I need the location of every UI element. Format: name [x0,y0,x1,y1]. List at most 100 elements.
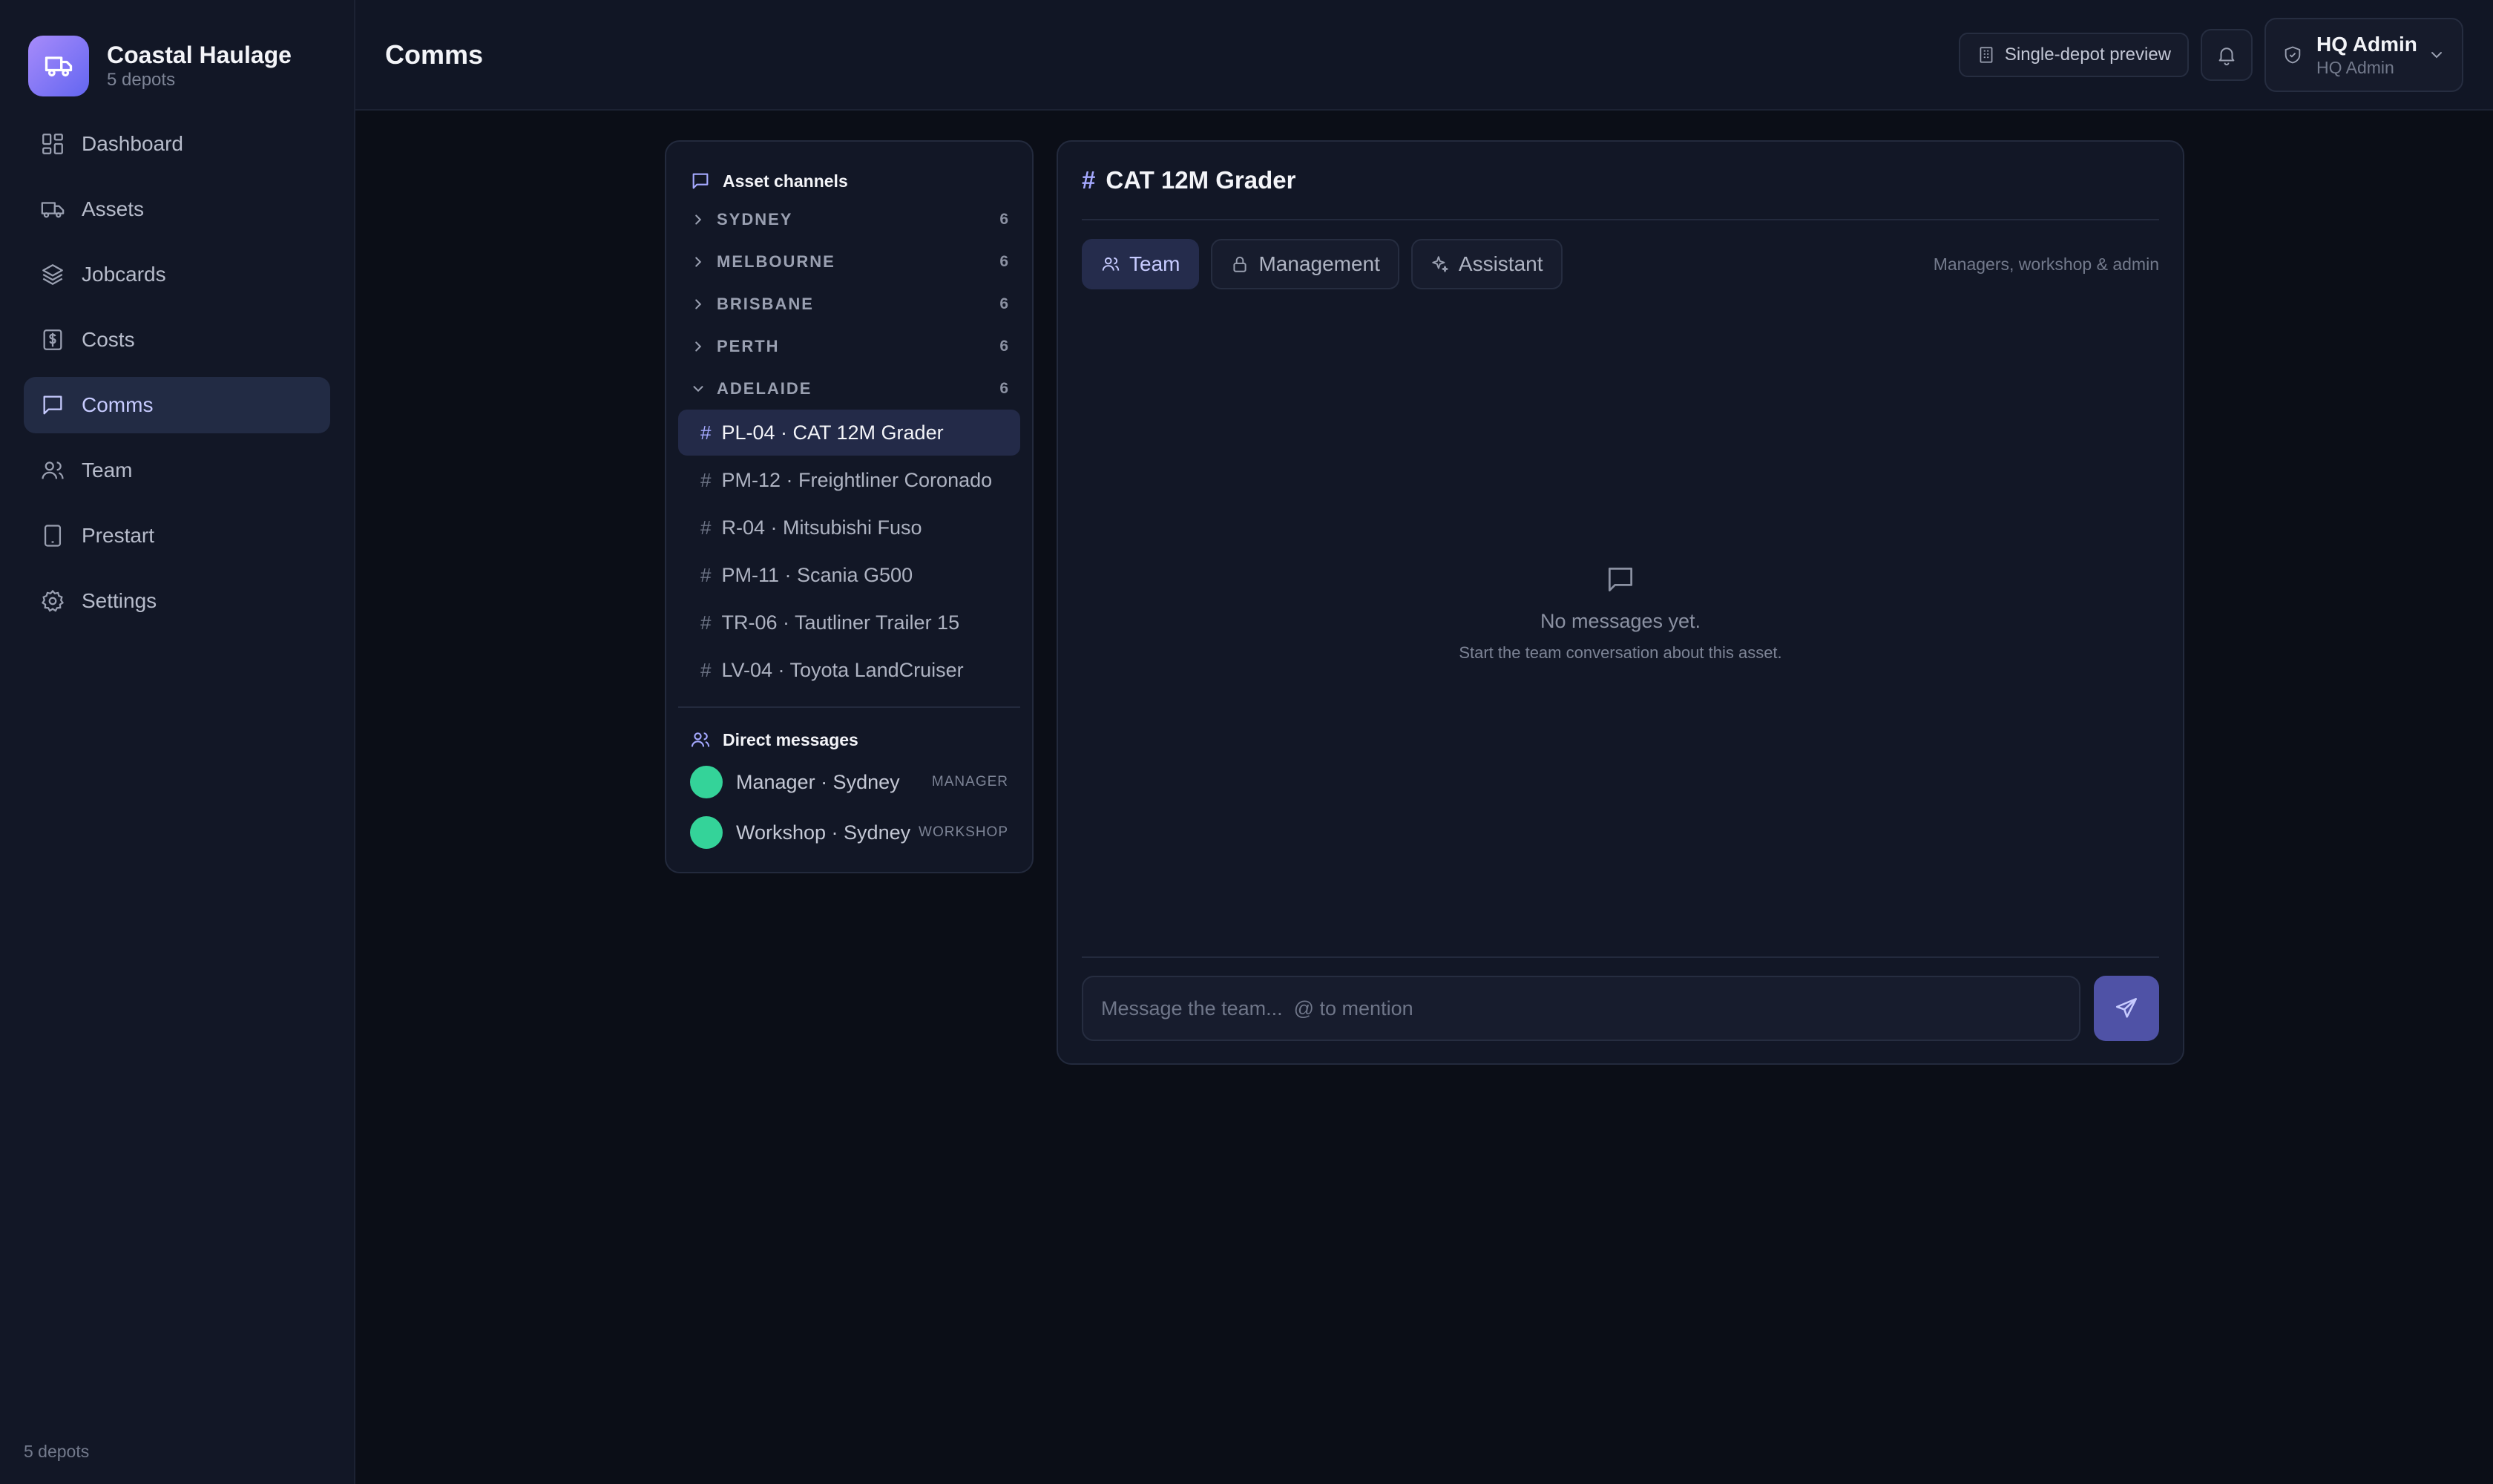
users-icon [691,732,710,747]
dm-role-badge: MANAGER [931,774,1008,789]
send-icon [2115,997,2138,1018]
group-name: MELBOURNE [717,252,835,271]
channel-label: LV-04 · Toyota LandCruiser [721,658,964,681]
hash-icon: # [700,421,712,444]
group-count: 6 [999,210,1008,228]
users-icon [42,462,64,479]
group-name: ADELAIDE [717,378,812,398]
hash-icon: # [700,658,712,681]
user-role: HQ Admin [2316,58,2394,77]
brand: Coastal Haulage 5 depots [0,0,354,110]
send-button[interactable] [2094,976,2159,1041]
chat-header: # CAT 12M Grader [1082,142,2159,220]
sidebar-nav: Dashboard Assets Jobcards Costs Comms Te… [0,110,354,629]
sparkle-icon [1432,256,1448,272]
channel-group-melbourne[interactable]: MELBOURNE 6 [678,240,1020,283]
user-menu-button[interactable]: HQ Admin HQ Admin [2264,18,2463,92]
bell-icon [2218,47,2235,66]
channel-item[interactable]: # LV-04 · Toyota LandCruiser [678,647,1020,693]
notifications-button[interactable] [2201,29,2253,81]
single-depot-preview-button[interactable]: Single-depot preview [1958,33,2189,77]
group-name: SYDNEY [717,209,793,229]
channel-item[interactable]: # PM-12 · Freightliner Coronado [678,457,1020,503]
message-input[interactable] [1082,976,2080,1041]
dm-name: Workshop · Sydney [736,821,911,844]
main-area: Comms Single-depot preview HQ Admin HQ A… [355,0,2493,1484]
user-name: HQ Admin [2316,33,2417,56]
dm-role-badge: WORKSHOP [919,824,1008,840]
sidebar-item-label: Team [82,459,133,482]
truck-icon[interactable] [28,36,89,96]
group-count: 6 [999,337,1008,355]
avatar [690,816,723,849]
sidebar-item-prestart[interactable]: Prestart [24,508,330,564]
group-name: BRISBANE [717,294,814,313]
page-title: Comms [385,39,484,70]
dashboard-icon [42,134,63,154]
tab-assistant[interactable]: Assistant [1410,239,1563,289]
empty-subtitle: Start the team conversation about this a… [1459,643,1782,662]
layers-icon [42,264,63,285]
direct-messages-heading: Direct messages [678,723,1020,757]
channel-group-adelaide[interactable]: ADELAIDE 6 [678,367,1020,410]
chevron-right-icon [695,298,702,309]
chat-panel: # CAT 12M Grader Team Management Assista… [1057,140,2184,1065]
tab-team[interactable]: Team [1082,239,1200,289]
topbar: Comms Single-depot preview HQ Admin HQ A… [355,0,2493,111]
sidebar-item-team[interactable]: Team [24,442,330,499]
channel-label: PL-04 · CAT 12M Grader [721,421,944,444]
sidebar: Coastal Haulage 5 depots Dashboard Asset… [0,0,355,1484]
sidebar-item-label: Settings [82,589,157,612]
chevron-down-icon [693,385,703,392]
chat-icon [43,395,62,415]
channel-list-panel: Asset channels SYDNEY 6 MELBOURNE 6 BRIS… [665,140,1034,873]
sidebar-item-jobcards[interactable]: Jobcards [24,246,330,303]
sidebar-item-settings[interactable]: Settings [24,573,330,629]
chevron-right-icon [695,341,702,352]
channel-item[interactable]: # PL-04 · CAT 12M Grader [678,410,1020,456]
direct-messages-title: Direct messages [723,729,858,749]
brand-subtitle: 5 depots [107,70,176,90]
hash-icon: # [700,516,712,539]
channel-group-perth[interactable]: PERTH 6 [678,325,1020,367]
chat-icon [1608,567,1633,592]
sidebar-item-assets[interactable]: Assets [24,181,330,237]
sidebar-item-label: Dashboard [82,132,183,155]
shield-icon [2285,46,2301,64]
hash-icon: # [1082,166,1096,194]
sidebar-item-label: Costs [82,328,135,351]
tab-label: Assistant [1458,252,1543,275]
group-count: 6 [999,295,1008,312]
dm-item-workshop-sydney[interactable]: Workshop · Sydney WORKSHOP [678,807,1020,858]
empty-state: No messages yet. Start the team conversa… [1058,563,2183,663]
sidebar-item-dashboard[interactable]: Dashboard [24,116,330,172]
chevron-right-icon [695,214,702,225]
channel-label: R-04 · Mitsubishi Fuso [721,516,922,539]
dm-item-manager-sydney[interactable]: Manager · Sydney MANAGER [678,757,1020,807]
users-icon [1102,257,1120,271]
chat-icon [692,173,709,189]
asset-channels-heading: Asset channels [678,164,1020,198]
channel-item[interactable]: # PM-11 · Scania G500 [678,552,1020,598]
chevron-down-icon [2431,52,2442,59]
asset-channels-title: Asset channels [723,171,848,191]
empty-title: No messages yet. [1540,610,1701,632]
group-count: 6 [999,379,1008,397]
dollar-icon [43,329,62,350]
building-icon [1980,47,1993,63]
group-count: 6 [999,252,1008,270]
hash-icon: # [700,611,712,634]
chat-title: CAT 12M Grader [1106,166,1296,194]
channel-item[interactable]: # TR-06 · Tautliner Trailer 15 [678,600,1020,646]
tab-management[interactable]: Management [1211,239,1399,289]
channel-item[interactable]: # R-04 · Mitsubishi Fuso [678,505,1020,551]
tab-label: Management [1258,252,1380,275]
sidebar-item-comms[interactable]: Comms [24,377,330,433]
sidebar-footer: 5 depots [24,1442,90,1461]
channel-group-brisbane[interactable]: BRISBANE 6 [678,283,1020,325]
sidebar-item-costs[interactable]: Costs [24,312,330,368]
tablet-icon [44,525,62,547]
channel-group-sydney[interactable]: SYDNEY 6 [678,198,1020,240]
sidebar-item-label: Jobcards [82,263,166,286]
hash-icon: # [700,468,712,491]
